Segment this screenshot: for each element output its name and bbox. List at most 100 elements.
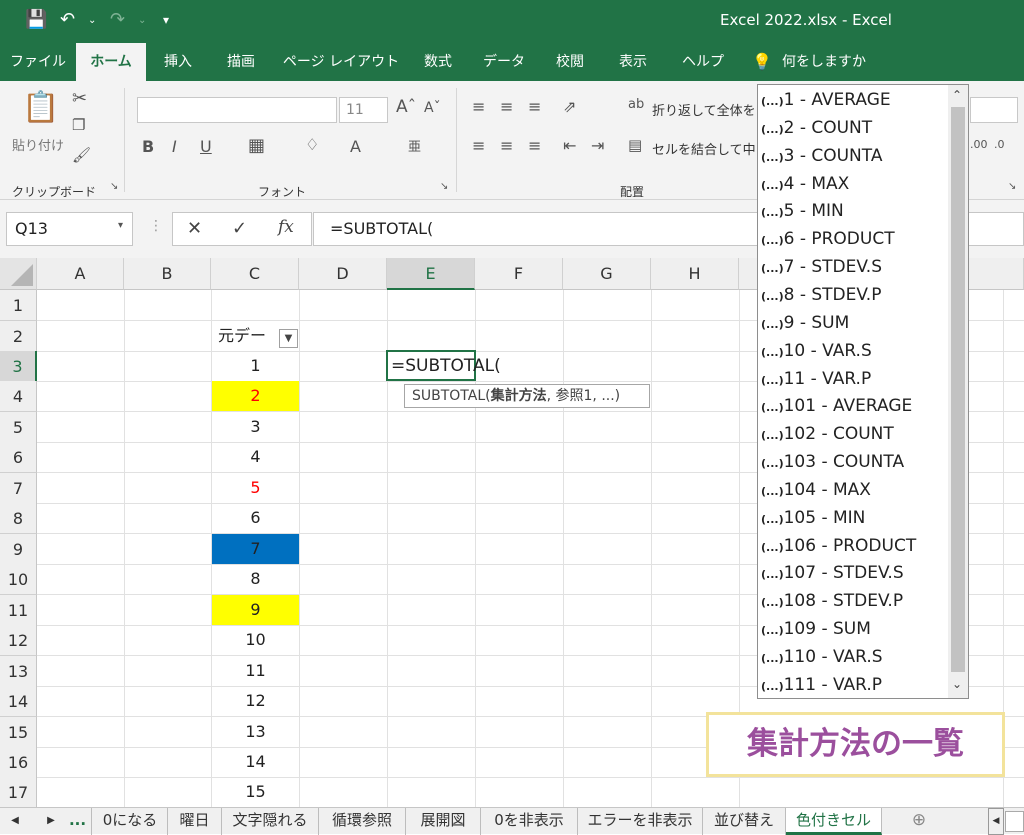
tab-view[interactable]: 表示 — [598, 43, 668, 81]
border-icon[interactable]: ▦ — [248, 135, 265, 156]
tab-file[interactable]: ファイル — [0, 43, 76, 81]
sheet-tab[interactable]: エラーを非表示 — [578, 808, 703, 835]
row-header[interactable]: 6 — [0, 442, 37, 473]
dropdown-item[interactable]: (...)108 - STDEV.P — [761, 588, 946, 615]
merge-center-button[interactable]: セルを結合して中 — [652, 139, 756, 158]
font-size-combo[interactable]: 11 — [339, 97, 388, 123]
tab-insert[interactable]: 挿入 — [146, 43, 210, 81]
increase-decimal-icon[interactable]: .00 — [970, 138, 988, 151]
column-header[interactable]: B — [124, 258, 211, 290]
tab-review[interactable]: 校閲 — [542, 43, 598, 81]
row-header[interactable]: 1 — [0, 290, 37, 321]
decrease-decimal-icon[interactable]: .0 — [994, 138, 1005, 151]
name-box[interactable]: Q13 — [6, 212, 133, 246]
horizontal-scrollbar[interactable] — [1005, 811, 1024, 832]
dropdown-item[interactable]: (...)110 - VAR.S — [761, 644, 946, 671]
phonetic-icon[interactable]: 亜 — [408, 136, 421, 155]
merge-center-icon[interactable]: ▤ — [628, 136, 642, 154]
dropdown-item[interactable]: (...)3 - COUNTA — [761, 143, 946, 170]
sheet-tab[interactable]: 0になる — [93, 808, 168, 835]
scroll-down-icon[interactable]: ⌄ — [952, 677, 962, 691]
cell-c7[interactable]: 5 — [212, 473, 299, 503]
align-left-icon[interactable]: ≡ — [472, 136, 485, 155]
sheet-tab[interactable]: 展開図 — [406, 808, 481, 835]
row-header[interactable]: 17 — [0, 777, 37, 808]
wrap-text-button[interactable]: 折り返して全体を — [652, 100, 756, 119]
dropdown-item[interactable]: (...)107 - STDEV.S — [761, 560, 946, 587]
scroll-up-icon[interactable]: ⌃ — [952, 88, 962, 102]
row-header[interactable]: 2 — [0, 321, 37, 352]
dropdown-item[interactable]: (...)106 - PRODUCT — [761, 533, 946, 560]
row-header[interactable]: 7 — [0, 473, 37, 504]
sheet-tab[interactable]: 曜日 — [168, 808, 222, 835]
add-sheet-icon[interactable]: ⊕ — [906, 808, 932, 835]
align-right-icon[interactable]: ≡ — [528, 136, 541, 155]
dropdown-scrollbar[interactable]: ⌃ ⌄ — [948, 85, 968, 698]
align-top-icon[interactable]: ≡ — [472, 97, 485, 116]
active-cell-e3[interactable]: =SUBTOTAL( — [386, 350, 501, 381]
header-cell-c2[interactable]: 元デー — [212, 321, 274, 351]
scroll-left-icon[interactable]: ◀ — [4, 808, 26, 835]
undo-dropdown-icon[interactable]: ⌄ — [88, 15, 96, 26]
cell-c14[interactable]: 12 — [212, 686, 299, 716]
row-header[interactable]: 9 — [0, 534, 37, 565]
decrease-indent-icon[interactable]: ⇤ — [563, 136, 576, 155]
tooltip-current-arg[interactable]: 集計方法 — [491, 388, 547, 404]
enter-icon[interactable]: ✓ — [232, 218, 247, 239]
tab-page-layout[interactable]: ページ レイアウト — [272, 43, 410, 81]
number-format-combo[interactable] — [970, 97, 1018, 123]
increase-indent-icon[interactable]: ⇥ — [591, 136, 604, 155]
dropdown-item[interactable]: (...)11 - VAR.P — [761, 366, 946, 393]
column-header[interactable]: F — [475, 258, 563, 290]
cell-c17[interactable]: 15 — [212, 777, 299, 807]
row-header[interactable]: 3 — [0, 351, 37, 382]
column-header[interactable]: G — [563, 258, 651, 290]
cancel-icon[interactable]: ✕ — [187, 218, 202, 239]
dropdown-item[interactable]: (...)9 - SUM — [761, 310, 946, 337]
dropdown-item[interactable]: (...)105 - MIN — [761, 505, 946, 532]
format-painter-icon[interactable]: 🖌 — [72, 146, 91, 164]
align-middle-icon[interactable]: ≡ — [500, 97, 513, 116]
lightbulb-icon[interactable]: 💡 — [750, 43, 774, 81]
cut-icon[interactable]: ✂ — [72, 88, 87, 109]
insert-function-icon[interactable]: fx — [278, 217, 294, 237]
column-header[interactable]: A — [37, 258, 124, 290]
paste-label[interactable]: 貼り付け — [12, 135, 64, 154]
clipboard-launcher-icon[interactable]: ↘ — [110, 181, 118, 192]
hscroll-left-icon[interactable]: ◀ — [988, 808, 1004, 835]
more-sheets-button[interactable]: ... — [64, 808, 92, 835]
grow-font-icon[interactable]: Aˆ — [396, 97, 416, 117]
dropdown-scroll-thumb[interactable] — [951, 107, 965, 672]
wrap-text-icon[interactable]: ab — [628, 97, 644, 112]
align-center-icon[interactable]: ≡ — [500, 136, 513, 155]
row-header[interactable]: 8 — [0, 503, 37, 534]
row-header[interactable]: 12 — [0, 625, 37, 656]
row-header[interactable]: 15 — [0, 717, 37, 748]
sheet-tab[interactable]: 文字隠れる — [222, 808, 319, 835]
cell-c6[interactable]: 4 — [212, 442, 299, 472]
cell-c10[interactable]: 8 — [212, 564, 299, 594]
fill-color-icon[interactable]: ♢ — [305, 135, 319, 154]
cell-c5[interactable]: 3 — [212, 412, 299, 442]
dropdown-item[interactable]: (...)10 - VAR.S — [761, 338, 946, 365]
scroll-right-icon[interactable]: ▶ — [40, 808, 62, 835]
dropdown-item[interactable]: (...)109 - SUM — [761, 616, 946, 643]
column-header-selected[interactable]: E — [387, 258, 475, 290]
function-argument-tooltip[interactable]: SUBTOTAL(集計方法, 参照1, ...) — [404, 384, 650, 408]
row-header[interactable]: 5 — [0, 412, 37, 443]
row-header[interactable]: 13 — [0, 656, 37, 687]
row-header[interactable]: 16 — [0, 747, 37, 778]
dropdown-item[interactable]: (...)1 - AVERAGE — [761, 87, 946, 114]
name-box-dropdown-icon[interactable]: ▾ — [118, 220, 123, 231]
cell-c15[interactable]: 13 — [212, 717, 299, 747]
copy-icon[interactable]: ❐ — [72, 116, 85, 134]
cell-c9[interactable]: 7 — [212, 534, 299, 564]
shrink-font-icon[interactable]: Aˇ — [424, 100, 441, 116]
cell-c3[interactable]: 1 — [212, 351, 299, 381]
dropdown-item[interactable]: (...)2 - COUNT — [761, 115, 946, 142]
row-header[interactable]: 11 — [0, 595, 37, 626]
cell-c13[interactable]: 11 — [212, 656, 299, 686]
number-launcher-icon[interactable]: ↘ — [1008, 181, 1016, 192]
column-header[interactable]: D — [299, 258, 387, 290]
orientation-icon[interactable]: ⇗ — [563, 97, 576, 116]
